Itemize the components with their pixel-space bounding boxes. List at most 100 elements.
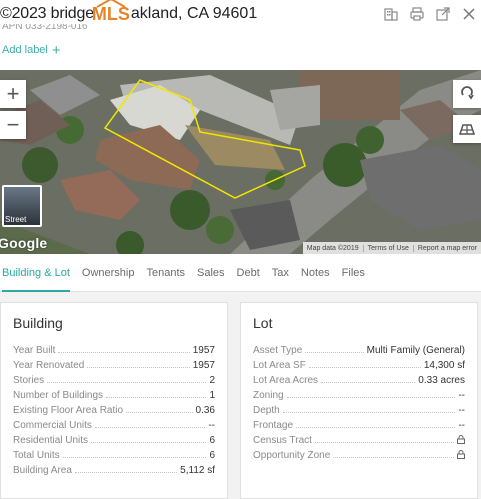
tab-ownership[interactable]: Ownership [82, 254, 135, 292]
dotted-leader [305, 352, 364, 353]
header: ©2023 bridge MLS akland, CA 94601 APN 03… [0, 0, 481, 70]
tilt-icon [459, 124, 475, 135]
row-label: Year Built [13, 345, 56, 356]
tab-building-lot[interactable]: Building & Lot [2, 254, 70, 292]
row-number-of-buildings: Number of Buildings 1 [13, 386, 215, 401]
logo-roof-icon [96, 0, 126, 8]
row-value: 1 [209, 390, 215, 401]
copyright-text: ©2023 bridge [0, 5, 94, 22]
rotate-map-button[interactable] [453, 80, 481, 108]
rotate-icon [461, 86, 474, 100]
row-value: 0.36 [195, 405, 215, 416]
map-data-text: Map data ©2019 [306, 244, 359, 252]
dotted-leader [126, 412, 193, 413]
row-value: -- [458, 390, 465, 401]
row-depth: Depth -- [253, 401, 465, 416]
apn-number: APN 033-2198-016 [2, 24, 88, 32]
row-total-units: Total Units 6 [13, 446, 215, 461]
row-label: Frontage [253, 420, 294, 431]
dotted-leader [308, 367, 421, 368]
lot-details: Asset Type Multi Family (General) Lot Are… [253, 341, 465, 461]
row-census-tract: Census Tract [253, 431, 465, 446]
tab-tenants[interactable]: Tenants [146, 254, 185, 292]
add-label-button[interactable]: Add label + [2, 41, 61, 59]
row-label: Census Tract [253, 435, 312, 446]
row-value: -- [458, 420, 465, 431]
aerial-imagery [0, 70, 481, 254]
google-logo: Google [0, 235, 48, 251]
dotted-leader [74, 472, 178, 473]
lock-icon[interactable] [457, 435, 465, 446]
row-label: Residential Units [13, 435, 89, 446]
row-lot-area-sf: Lot Area SF 14,300 sf [253, 356, 465, 371]
row-label: Existing Floor Area Ratio [13, 405, 124, 416]
street-view-label: Street [5, 215, 27, 224]
row-year-renovated: Year Renovated 1957 [13, 356, 215, 371]
dotted-leader [87, 367, 190, 368]
row-label: Number of Buildings [13, 390, 104, 401]
dotted-leader [296, 427, 456, 428]
row-label: Lot Area SF [253, 360, 306, 371]
street-view-thumbnail[interactable]: Street [2, 185, 42, 227]
report-map-error-link[interactable]: Report a map error [412, 244, 481, 252]
dotted-leader [91, 442, 207, 443]
row-label: Depth [253, 405, 280, 416]
row-value: Multi Family (General) [366, 345, 465, 356]
building-details: Year Built 1957 Year Renovated 1957 Storie… [13, 341, 215, 476]
row-value: 5,112 sf [180, 465, 215, 476]
row-opportunity-zone: Opportunity Zone [253, 446, 465, 461]
dotted-leader [94, 427, 206, 428]
row-label: Zoning [253, 390, 284, 401]
tab-notes[interactable]: Notes [301, 254, 330, 292]
lot-card-title: Lot [253, 315, 273, 331]
tab-files[interactable]: Files [342, 254, 365, 292]
external-link-icon[interactable] [435, 6, 451, 22]
dotted-leader [321, 382, 416, 383]
tab-tax[interactable]: Tax [272, 254, 289, 292]
dotted-leader [286, 397, 456, 398]
row-building-area: Building Area 5,112 sf [13, 461, 215, 476]
row-value: -- [458, 405, 465, 416]
building-card-title: Building [13, 315, 63, 331]
map-attribution: Map data ©2019 Terms of Use Report a map… [302, 242, 481, 254]
print-icon[interactable] [409, 6, 425, 22]
tab-sales[interactable]: Sales [197, 254, 225, 292]
tilt-map-button[interactable] [453, 115, 481, 143]
row-label: Opportunity Zone [253, 450, 331, 461]
terms-of-use-link[interactable]: Terms of Use [362, 244, 413, 252]
row-year-built: Year Built 1957 [13, 341, 215, 356]
row-frontage: Frontage -- [253, 416, 465, 431]
row-value: 0.33 acres [418, 375, 465, 386]
row-value: 1957 [192, 345, 215, 356]
row-label: Commercial Units [13, 420, 92, 431]
close-icon[interactable] [461, 6, 477, 22]
tab-debt[interactable]: Debt [237, 254, 260, 292]
building-card: Building Year Built 1957 Year Renovated 19… [0, 302, 228, 499]
dotted-leader [62, 457, 207, 458]
property-address: akland, CA 94601 [130, 5, 258, 22]
bridge-mls-logo: MLS [92, 0, 130, 25]
row-commercial-units: Commercial Units -- [13, 416, 215, 431]
row-value: 6 [209, 435, 215, 446]
building-icon[interactable] [383, 6, 399, 22]
row-value: 14,300 sf [423, 360, 465, 371]
zoom-in-button[interactable]: + [0, 80, 26, 108]
zoom-out-button[interactable]: − [0, 111, 26, 139]
aerial-map[interactable]: + − Street Google Map data ©2019 Terms o… [0, 70, 481, 254]
plus-icon: + [51, 41, 61, 59]
row-label: Lot Area Acres [253, 375, 319, 386]
lock-icon[interactable] [457, 450, 465, 461]
row-residential-units: Residential Units 6 [13, 431, 215, 446]
row-label: Year Renovated [13, 360, 85, 371]
add-label-text: Add label [2, 44, 48, 56]
dotted-leader [282, 412, 456, 413]
row-value: 1957 [192, 360, 215, 371]
row-stories: Stories 2 [13, 371, 215, 386]
header-tools [383, 6, 477, 22]
property-tabs: Building & Lot Ownership Tenants Sales D… [0, 254, 481, 292]
dotted-leader [314, 442, 454, 443]
dotted-leader [333, 457, 454, 458]
row-label: Total Units [13, 450, 60, 461]
row-value: -- [208, 420, 215, 431]
dotted-leader [47, 382, 207, 383]
